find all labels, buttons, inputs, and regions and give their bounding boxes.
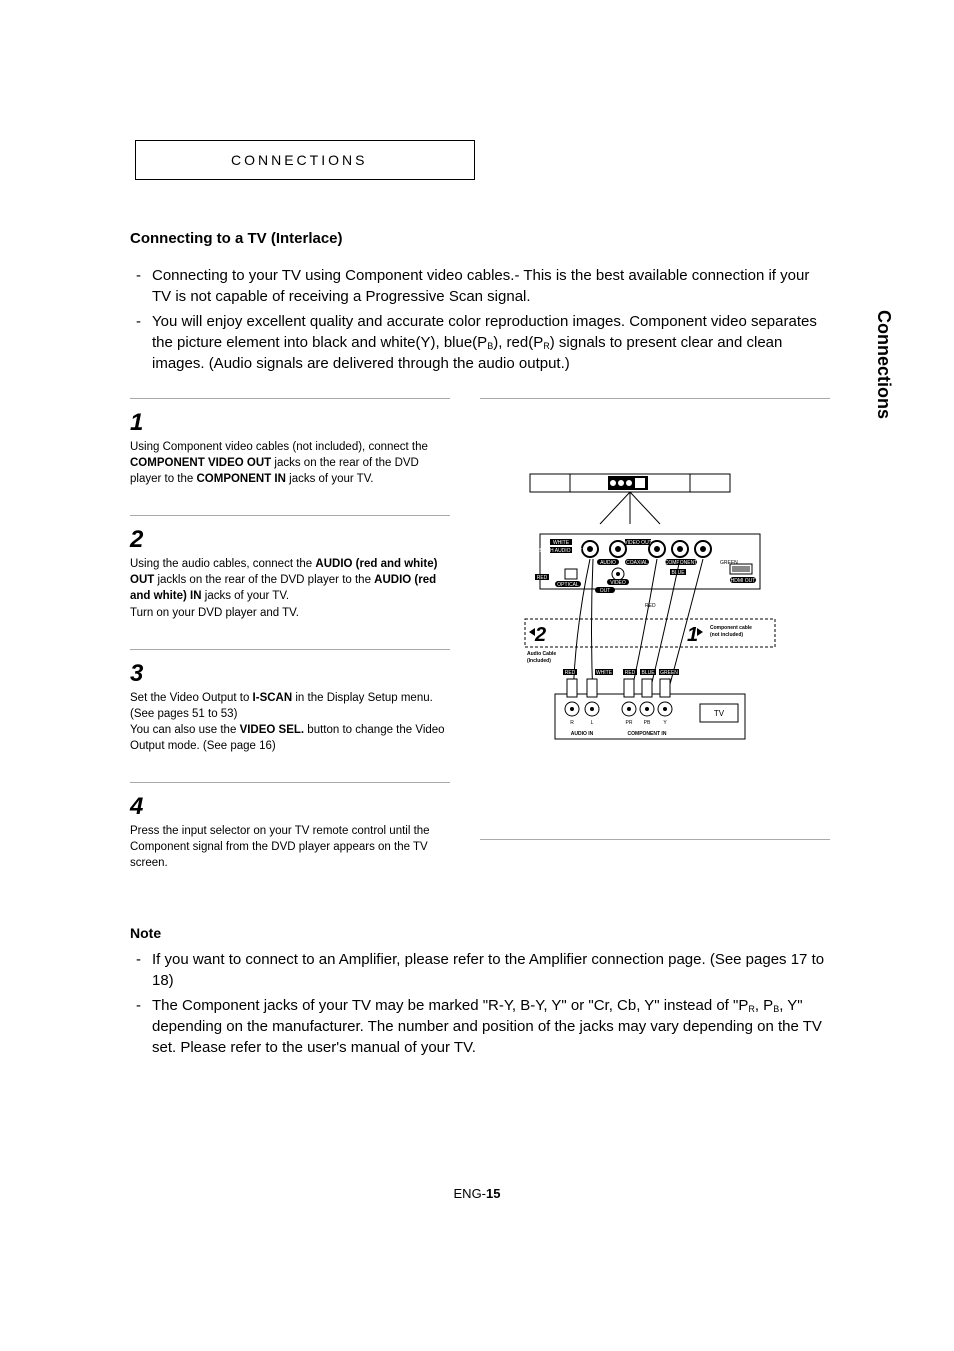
svg-text:R: R xyxy=(570,720,574,726)
svg-text:WHITE: WHITE xyxy=(596,670,613,676)
intro-text: Connecting to your TV using Component vi… xyxy=(152,267,809,305)
step-number: 2 xyxy=(130,526,450,554)
svg-text:RED: RED xyxy=(537,575,548,581)
svg-text:2: 2 xyxy=(534,624,546,646)
note-text-mid: , P xyxy=(755,997,773,1014)
step: 3 Set the Video Output to I-SCAN in the … xyxy=(130,649,450,782)
step: 4 Press the input selector on your TV re… xyxy=(130,782,450,899)
svg-text:RED: RED xyxy=(625,670,636,676)
step: 2 Using the audio cables, connect the AU… xyxy=(130,515,450,648)
step-number: 4 xyxy=(130,793,450,821)
svg-text:PB: PB xyxy=(644,720,651,726)
svg-text:PR: PR xyxy=(626,720,633,726)
svg-text:Component cable: Component cable xyxy=(710,625,752,631)
svg-text:(not included): (not included) xyxy=(710,632,743,638)
subscript: B xyxy=(773,1004,779,1014)
svg-text:VIDEO: VIDEO xyxy=(610,580,626,586)
svg-text:COMPONENT IN: COMPONENT IN xyxy=(628,731,667,737)
svg-text:5.1CH AUDIO OUT: 5.1CH AUDIO OUT xyxy=(539,548,582,554)
svg-text:(Included): (Included) xyxy=(527,658,551,664)
page-footer: ENG-15 xyxy=(0,1186,954,1201)
footer-page-num: 15 xyxy=(486,1186,500,1201)
intro-item: Connecting to your TV using Component vi… xyxy=(130,265,830,307)
step-text: Press the input selector on your TV remo… xyxy=(130,823,450,871)
svg-text:BLUE: BLUE xyxy=(641,670,655,676)
diagram-column: WHITE 5.1CH AUDIO OUT AUDIO COAXIAL VIDE… xyxy=(480,398,830,840)
step-text: Set the Video Output to I-SCAN in the Di… xyxy=(130,690,450,754)
svg-text:RED: RED xyxy=(565,670,576,676)
svg-text:GREEN: GREEN xyxy=(720,560,738,566)
intro-item: You will enjoy excellent quality and acc… xyxy=(130,311,830,374)
side-tab: Connections xyxy=(873,310,894,419)
svg-text:GREEN: GREEN xyxy=(660,670,678,676)
svg-text:OPTICAL: OPTICAL xyxy=(557,582,579,588)
svg-text:AUDIO IN: AUDIO IN xyxy=(571,731,594,737)
svg-text:COAXIAL: COAXIAL xyxy=(626,560,648,566)
svg-text:L: L xyxy=(591,720,594,726)
svg-text:1: 1 xyxy=(687,624,698,646)
note-section: Note If you want to connect to an Amplif… xyxy=(130,925,830,1058)
note-title: Note xyxy=(130,925,830,941)
subscript: R xyxy=(543,341,550,351)
svg-text:COMPONENT: COMPONENT xyxy=(665,560,698,566)
note-item: The Component jacks of your TV may be ma… xyxy=(130,995,830,1058)
note-item: If you want to connect to an Amplifier, … xyxy=(130,949,830,991)
section-header-text: CONNECTIONS xyxy=(231,152,367,168)
note-text-prefix: The Component jacks of your TV may be ma… xyxy=(152,997,748,1014)
svg-text:TV: TV xyxy=(714,709,725,718)
page-subtitle: Connecting to a TV (Interlace) xyxy=(130,230,830,247)
intro-list: Connecting to your TV using Component vi… xyxy=(130,265,830,374)
step-number: 3 xyxy=(130,660,450,688)
footer-prefix: ENG- xyxy=(454,1186,487,1201)
svg-text:BLUE: BLUE xyxy=(671,570,685,576)
step: 1 Using Component video cables (not incl… xyxy=(130,398,450,515)
section-header-box: CONNECTIONS xyxy=(135,140,475,180)
two-column-layout: 1 Using Component video cables (not incl… xyxy=(130,398,830,899)
note-text: If you want to connect to an Amplifier, … xyxy=(152,951,824,989)
svg-text:AUDIO: AUDIO xyxy=(600,560,616,566)
svg-text:OUT: OUT xyxy=(600,588,611,594)
step-number: 1 xyxy=(130,409,450,437)
svg-text:WHITE: WHITE xyxy=(553,540,570,546)
svg-text:VIDEO OUT: VIDEO OUT xyxy=(624,540,652,546)
step-text: Using the audio cables, connect the AUDI… xyxy=(130,556,450,620)
steps-column: 1 Using Component video cables (not incl… xyxy=(130,398,450,899)
subscript: R xyxy=(748,1004,755,1014)
svg-text:Audio Cable: Audio Cable xyxy=(527,651,556,657)
subscript: B xyxy=(487,341,493,351)
intro-text-mid: ), red(P xyxy=(493,334,543,351)
page-content: Connecting to a TV (Interlace) Connectin… xyxy=(130,230,830,1058)
step-text: Using Component video cables (not includ… xyxy=(130,439,450,487)
svg-text:HDMI OUT: HDMI OUT xyxy=(731,578,756,584)
svg-text:RED: RED xyxy=(645,603,656,609)
connection-diagram: WHITE 5.1CH AUDIO OUT AUDIO COAXIAL VIDE… xyxy=(515,469,795,769)
